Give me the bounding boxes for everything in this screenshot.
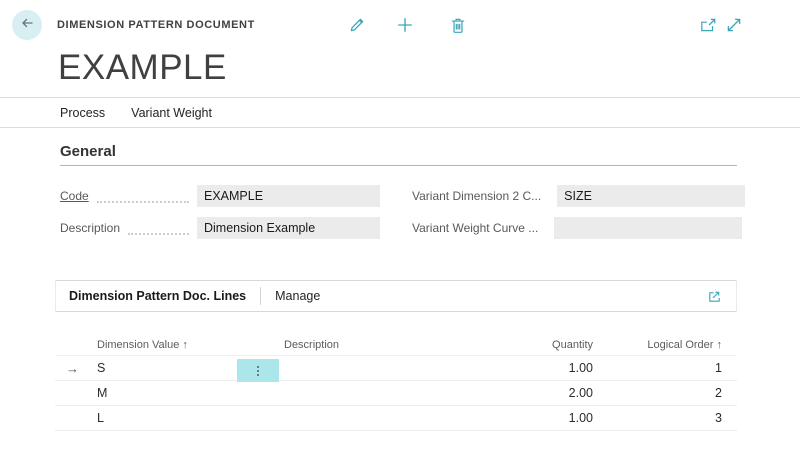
description-label: Description [60,221,120,235]
field-code: Code EXAMPLE [60,185,380,207]
toggle-width-button[interactable] [725,16,743,34]
open-in-window-button[interactable] [699,16,717,34]
part-expand-button[interactable] [707,289,722,304]
lines-table: Dimension Value ↑ Description Quantity L… [55,334,737,431]
cell-quantity[interactable]: 2.00 [460,386,600,400]
manage-menu-item[interactable]: Manage [275,289,320,303]
cell-quantity[interactable]: 1.00 [460,361,600,375]
page-title: EXAMPLE [58,48,227,88]
trash-icon [449,21,467,38]
cell-quantity[interactable]: 1.00 [460,411,600,425]
variant-weight-curve-input[interactable] [554,217,742,239]
back-button[interactable] [12,10,42,40]
col-header-description[interactable]: Description [280,339,460,351]
field-variant-weight-curve: Variant Weight Curve ... [412,217,737,239]
table-header-row: Dimension Value ↑ Description Quantity L… [55,334,737,356]
dotted-leader [97,190,189,203]
part-header-divider [260,287,261,305]
ellipsis-icon [257,374,259,376]
table-row[interactable]: M 2.00 2 [55,381,737,406]
cell-dimension-value[interactable]: M [90,386,280,400]
table-row[interactable]: → S 1.00 1 [55,356,737,381]
field-description: Description Dimension Example [60,217,380,239]
ellipsis-icon [257,370,259,372]
plus-icon [396,21,414,38]
field-variant-dimension-2-code: Variant Dimension 2 C... SIZE [412,185,737,207]
general-section-rule [60,165,737,166]
col-header-dimension-value[interactable]: Dimension Value ↑ [90,339,280,351]
ellipsis-icon [257,366,259,368]
col-header-logical-order[interactable]: Logical Order ↑ [600,339,737,351]
variant-dimension-2-label: Variant Dimension 2 C... [412,189,541,203]
diagonal-resize-icon [725,21,743,38]
description-input[interactable]: Dimension Example [197,217,380,239]
part-caption: Dimension Pattern Doc. Lines [69,289,246,303]
dotted-leader [128,222,189,235]
expand-part-icon [707,289,722,304]
variant-weight-curve-label: Variant Weight Curve ... [412,221,538,235]
cell-logical-order[interactable]: 1 [600,361,737,375]
menu-item-process[interactable]: Process [60,106,105,120]
cell-dimension-value[interactable]: L [90,411,280,425]
dimension-pattern-doc-lines-part: Dimension Pattern Doc. Lines Manage Dime… [55,280,737,476]
part-header-bar: Dimension Pattern Doc. Lines Manage [55,280,737,312]
popout-icon [699,21,717,38]
dimension-pattern-document-page: DIMENSION PATTERN DOCUMENT [0,0,800,476]
variant-dimension-2-input[interactable]: SIZE [557,185,745,207]
right-arrow-icon: → [66,361,79,376]
action-menu-bar: Process Variant Weight [0,97,800,128]
page-caption: DIMENSION PATTERN DOCUMENT [57,0,255,50]
back-arrow-icon [19,15,35,36]
code-input[interactable]: EXAMPLE [197,185,380,207]
edit-button[interactable] [348,16,366,34]
cell-logical-order[interactable]: 2 [600,386,737,400]
general-section-heading[interactable]: General [60,143,116,160]
pencil-icon [348,21,366,38]
table-row[interactable]: L 1.00 3 [55,406,737,431]
assist-edit-button[interactable] [237,359,279,382]
menu-item-variant-weight[interactable]: Variant Weight [131,106,212,120]
active-row-indicator: → [55,361,90,376]
code-label[interactable]: Code [60,189,89,203]
add-button[interactable] [396,16,414,34]
delete-button[interactable] [449,16,467,34]
col-header-quantity[interactable]: Quantity [460,339,600,351]
cell-logical-order[interactable]: 3 [600,411,737,425]
top-action-bar: DIMENSION PATTERN DOCUMENT [0,0,800,50]
